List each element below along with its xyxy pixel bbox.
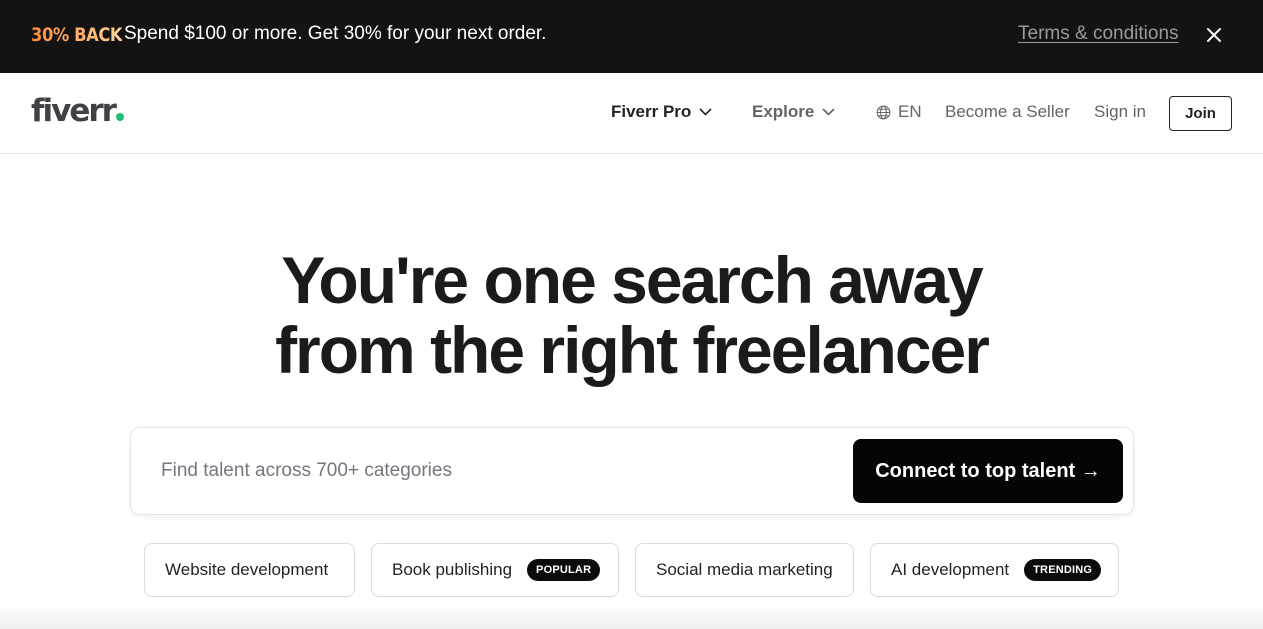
hero-title: You're one search away from the right fr… (0, 245, 1263, 385)
join-button[interactable]: Join (1169, 96, 1232, 131)
chevron-down-icon (699, 108, 712, 116)
hero-title-line1: You're one search away (281, 243, 983, 317)
nav-explore-label: Explore (752, 102, 815, 121)
search-input[interactable] (161, 454, 821, 488)
logo[interactable]: fiverr (31, 93, 124, 129)
chip-label: Book publishing (392, 560, 513, 579)
promo-badge: 30% BACK (31, 24, 123, 46)
hero-title-line2: from the right freelancer (275, 313, 990, 387)
nav-sign-in-label: Sign in (1094, 102, 1146, 121)
globe-icon (876, 105, 891, 119)
nav-language[interactable]: EN (876, 102, 922, 122)
chip-website-development[interactable]: Website development (144, 543, 355, 597)
nav-sign-in[interactable]: Sign in (1094, 102, 1146, 122)
site-header: fiverr Fiverr Pro Explore EN Become a Se… (0, 73, 1263, 154)
nav-fiverr-pro[interactable]: Fiverr Pro (611, 102, 712, 122)
popular-badge: POPULAR (527, 559, 601, 581)
nav-language-label: EN (898, 102, 922, 121)
chip-label: Website development (165, 560, 329, 579)
chip-social-media-marketing[interactable]: Social media marketing (635, 543, 854, 597)
close-icon[interactable] (1205, 26, 1223, 44)
chip-ai-development[interactable]: AI development TRENDING (870, 543, 1119, 597)
chip-label: Social media marketing (656, 560, 833, 579)
promo-text: Spend $100 or more. Get 30% for your nex… (124, 23, 547, 44)
chip-label: AI development (891, 560, 1010, 579)
nav-become-seller[interactable]: Become a Seller (945, 102, 1070, 122)
nav-fiverr-pro-label: Fiverr Pro (611, 102, 692, 121)
chevron-down-icon (822, 108, 835, 116)
logo-text: fiverr (31, 93, 117, 129)
terms-link[interactable]: Terms & conditions (1018, 23, 1179, 45)
promo-banner: 30% BACK Spend $100 or more. Get 30% for… (0, 0, 1263, 73)
search-box: Connect to top talent → (130, 427, 1134, 515)
bottom-fade (0, 605, 1263, 629)
nav-explore[interactable]: Explore (752, 102, 835, 122)
logo-dot (115, 113, 124, 121)
connect-talent-button[interactable]: Connect to top talent → (853, 439, 1123, 503)
chip-book-publishing[interactable]: Book publishing POPULAR (371, 543, 619, 597)
trending-badge: TRENDING (1024, 559, 1102, 581)
nav-become-seller-label: Become a Seller (945, 102, 1070, 121)
